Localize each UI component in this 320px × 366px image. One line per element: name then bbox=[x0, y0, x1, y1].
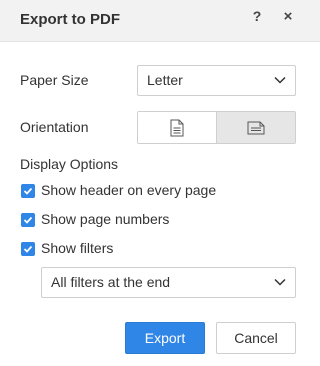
checkmark-icon bbox=[23, 245, 33, 253]
show-filters-checkbox-row[interactable]: Show filters bbox=[21, 240, 141, 258]
show-header-label: Show header on every page bbox=[41, 182, 217, 198]
display-options-label: Display Options bbox=[20, 156, 119, 172]
show-page-numbers-checkbox-row[interactable]: Show page numbers bbox=[21, 211, 201, 229]
filters-placement-value: All filters at the end bbox=[51, 274, 171, 290]
orientation-landscape-button[interactable] bbox=[217, 112, 295, 143]
landscape-page-icon bbox=[247, 121, 265, 134]
dialog-title: Export to PDF bbox=[20, 11, 120, 28]
show-header-checkbox-row[interactable]: Show header on every page bbox=[21, 182, 251, 200]
orientation-portrait-button[interactable] bbox=[138, 112, 217, 143]
export-pdf-dialog: Export to PDF ? × Paper Size Letter Orie… bbox=[0, 0, 320, 366]
export-button[interactable]: Export bbox=[125, 322, 205, 354]
chevron-down-icon bbox=[274, 76, 286, 84]
show-header-checkbox[interactable] bbox=[21, 184, 35, 198]
paper-size-value: Letter bbox=[147, 72, 183, 88]
paper-size-label: Paper Size bbox=[20, 72, 89, 88]
chevron-down-icon bbox=[274, 278, 286, 286]
paper-size-select[interactable]: Letter bbox=[137, 65, 296, 96]
cancel-button[interactable]: Cancel bbox=[216, 322, 296, 354]
orientation-label: Orientation bbox=[20, 119, 89, 135]
orientation-toggle bbox=[137, 111, 296, 144]
checkmark-icon bbox=[23, 216, 33, 224]
show-filters-checkbox[interactable] bbox=[21, 242, 35, 256]
help-icon[interactable]: ? bbox=[250, 8, 264, 26]
filters-placement-select[interactable]: All filters at the end bbox=[41, 267, 296, 298]
show-page-numbers-label: Show page numbers bbox=[41, 211, 170, 227]
dialog-header: Export to PDF ? × bbox=[0, 0, 320, 42]
show-filters-label: Show filters bbox=[41, 240, 114, 256]
portrait-page-icon bbox=[170, 119, 184, 136]
close-icon[interactable]: × bbox=[281, 8, 295, 26]
checkmark-icon bbox=[23, 187, 33, 195]
show-page-numbers-checkbox[interactable] bbox=[21, 213, 35, 227]
